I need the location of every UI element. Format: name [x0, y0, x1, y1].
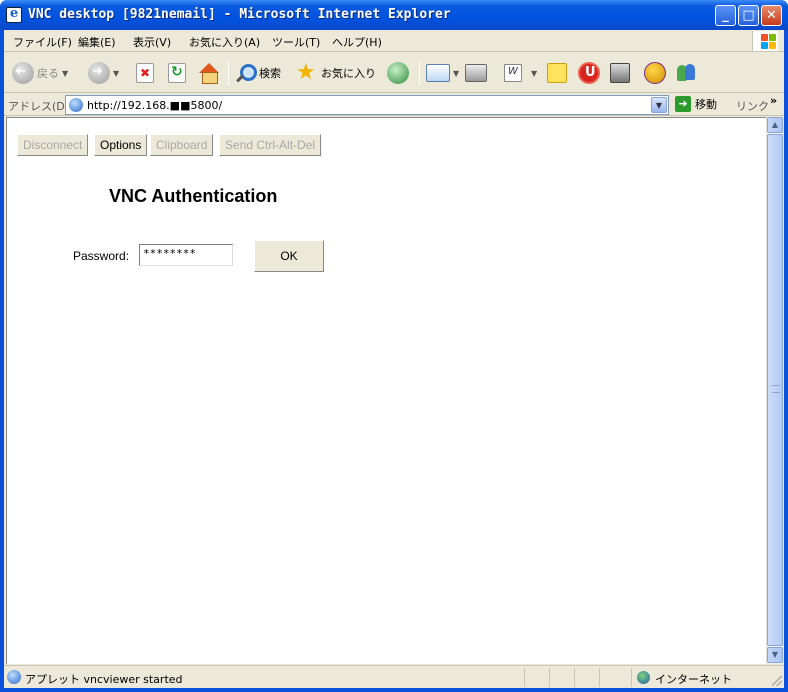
forward-button[interactable]: ▼: [88, 60, 119, 86]
back-button[interactable]: 戻る ▼: [12, 60, 68, 86]
page-icon: [69, 98, 83, 112]
go-arrow-icon: ➜: [675, 96, 691, 112]
favorites-button[interactable]: ★ お気に入り: [296, 60, 376, 86]
edit-button[interactable]: ▼: [504, 60, 537, 86]
dropdown-arrow-icon[interactable]: ▼: [453, 69, 459, 78]
window-title: VNC desktop [9821nemail] - Microsoft Int…: [28, 7, 451, 22]
status-divider: [631, 668, 632, 687]
security-zone: インターネット: [655, 673, 732, 686]
note-button[interactable]: [547, 60, 567, 86]
links-more-icon[interactable]: »: [770, 94, 777, 107]
search-icon: [234, 62, 257, 84]
toolbar-separator: [419, 61, 420, 85]
back-label: 戻る: [37, 67, 59, 80]
send-ctrl-alt-del-button[interactable]: Send Ctrl-Alt-Del: [219, 134, 322, 156]
dropdown-arrow-icon[interactable]: ▼: [531, 69, 537, 78]
password-label: Password:: [73, 249, 130, 263]
address-bar: アドレス(D) http://192.168.■■5800/ ▼ ➜ 移動 リン…: [4, 94, 784, 116]
window-client: ファイル(F) 編集(E) 表示(V) お気に入り(A) ツール(T) ヘルプ(…: [4, 30, 784, 688]
menu-view[interactable]: 表示(V): [133, 34, 171, 50]
browser-window: VNC desktop [9821nemail] - Microsoft Int…: [0, 0, 788, 692]
search-button[interactable]: 検索: [234, 60, 281, 86]
dropdown-arrow-icon[interactable]: ▼: [113, 69, 119, 78]
vertical-scrollbar[interactable]: ▲ ▼: [766, 117, 783, 664]
scroll-thumb[interactable]: [767, 134, 783, 646]
stop-icon: [136, 63, 154, 83]
address-dropdown-icon[interactable]: ▼: [651, 97, 667, 113]
toolbar-separator: [228, 61, 229, 85]
print-button[interactable]: [465, 60, 487, 86]
go-label: 移動: [695, 98, 717, 111]
auth-heading: VNC Authentication: [109, 186, 278, 206]
messenger-people-icon: [675, 62, 697, 84]
status-divider: [549, 668, 550, 687]
history-button[interactable]: [387, 60, 409, 86]
address-input[interactable]: http://192.168.■■5800/ ▼: [65, 95, 669, 115]
go-button[interactable]: ➜ 移動: [675, 96, 717, 112]
printer-icon: [465, 64, 487, 82]
mail-icon: [426, 64, 450, 82]
stop-button[interactable]: [136, 60, 154, 86]
scroll-down-icon[interactable]: ▼: [767, 647, 783, 663]
resize-grip-icon[interactable]: [772, 676, 782, 686]
media-button[interactable]: [610, 60, 630, 86]
ok-button[interactable]: OK: [254, 240, 324, 272]
word-icon: [504, 64, 522, 82]
home-button[interactable]: [198, 60, 220, 86]
refresh-button[interactable]: [168, 60, 186, 86]
windows-logo-icon: [752, 31, 778, 51]
film-icon: [610, 63, 630, 83]
options-button[interactable]: Options: [94, 134, 148, 156]
status-text: アプレット vncviewer started: [25, 673, 183, 686]
messenger-button[interactable]: [675, 60, 697, 86]
menu-bar: ファイル(F) 編集(E) 表示(V) お気に入り(A) ツール(T) ヘルプ(…: [4, 30, 784, 52]
sticky-note-icon: [547, 63, 567, 83]
status-divider: [599, 668, 600, 687]
menu-favorites[interactable]: お気に入り(A): [189, 34, 260, 50]
smiley-icon: [644, 62, 666, 84]
clipboard-button[interactable]: Clipboard: [150, 134, 214, 156]
password-field[interactable]: ********: [139, 244, 233, 266]
page-content: Disconnect Options Clipboard Send Ctrl-A…: [6, 117, 766, 664]
refresh-icon: [168, 63, 186, 83]
search-label: 検索: [259, 67, 281, 80]
title-bar[interactable]: VNC desktop [9821nemail] - Microsoft Int…: [0, 0, 788, 30]
links-label[interactable]: リンク: [736, 98, 769, 114]
grip-lines-icon: [772, 385, 780, 393]
ie-icon: [6, 6, 22, 23]
address-url[interactable]: http://192.168.■■5800/: [87, 99, 222, 112]
close-button[interactable]: ✕: [761, 5, 782, 26]
addon-u-button[interactable]: [578, 60, 600, 86]
maximize-button[interactable]: □: [738, 5, 759, 26]
status-bar: アプレット vncviewer started インターネット: [4, 665, 784, 688]
standard-toolbar: 戻る ▼ ▼ 検索 ★ お気に入り: [4, 53, 784, 93]
menu-tools[interactable]: ツール(T): [272, 34, 320, 50]
menu-help[interactable]: ヘルプ(H): [332, 34, 382, 50]
status-divider: [524, 668, 525, 687]
u-logo-icon: [578, 62, 600, 84]
page-icon: [7, 670, 21, 684]
menu-edit[interactable]: 編集(E): [78, 34, 116, 50]
star-icon: ★: [296, 60, 316, 85]
dropdown-arrow-icon[interactable]: ▼: [62, 69, 68, 78]
status-divider: [574, 668, 575, 687]
forward-arrow-icon: [88, 62, 110, 84]
menu-file[interactable]: ファイル(F): [13, 34, 72, 50]
history-icon: [387, 62, 409, 84]
minimize-button[interactable]: _: [715, 5, 736, 26]
disconnect-button[interactable]: Disconnect: [17, 134, 89, 156]
yahoo-messenger-button[interactable]: [644, 60, 666, 86]
back-arrow-icon: [12, 62, 34, 84]
favorites-label: お気に入り: [321, 67, 376, 80]
mail-button[interactable]: ▼: [426, 60, 459, 86]
home-icon: [198, 63, 220, 84]
address-label: アドレス(D): [8, 100, 70, 113]
globe-icon: [637, 671, 650, 684]
scroll-up-icon[interactable]: ▲: [767, 117, 783, 133]
